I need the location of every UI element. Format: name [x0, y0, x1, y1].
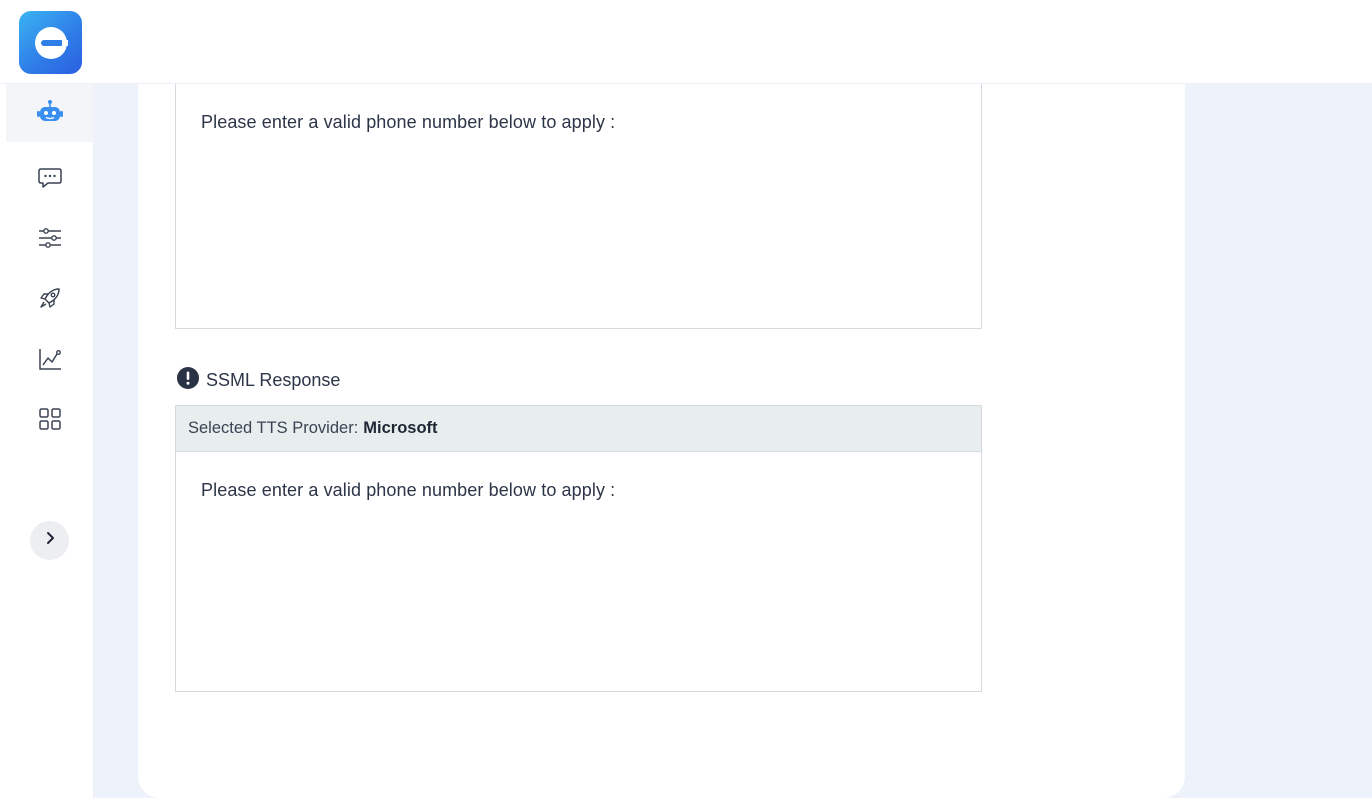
- sidebar-item-analytics[interactable]: [6, 330, 93, 388]
- sidebar-expand-button[interactable]: [30, 521, 69, 560]
- sliders-icon: [37, 225, 63, 251]
- robot-icon: [35, 98, 65, 128]
- tts-provider-header: Selected TTS Provider: Microsoft: [176, 406, 981, 452]
- sidebar-item-chat[interactable]: [6, 148, 93, 206]
- response-preview-box: Please enter a valid phone number below …: [175, 84, 982, 329]
- ssml-response-box: Selected TTS Provider: Microsoft Please …: [175, 405, 982, 692]
- sidebar-item-settings[interactable]: [6, 209, 93, 267]
- rocket-icon: [37, 285, 63, 311]
- chat-icon: [37, 164, 63, 190]
- ssml-response-label: SSML Response: [177, 366, 341, 394]
- analytics-icon: [37, 346, 63, 372]
- chevron-right-icon: [43, 531, 57, 550]
- ssml-response-text: Please enter a valid phone number below …: [201, 480, 616, 500]
- sidebar: [0, 84, 94, 798]
- sidebar-item-bot[interactable]: [6, 84, 93, 142]
- ssml-response-title: SSML Response: [206, 369, 341, 390]
- tts-provider-value: Microsoft: [363, 419, 438, 437]
- sidebar-item-apps[interactable]: [6, 390, 93, 448]
- top-bar: [0, 0, 1372, 84]
- tts-provider-label: Selected TTS Provider:: [188, 419, 359, 437]
- sidebar-item-deploy[interactable]: [6, 269, 93, 327]
- alert-circle-icon[interactable]: [177, 366, 199, 394]
- grid-icon: [37, 406, 63, 432]
- app-logo-icon[interactable]: [19, 11, 82, 74]
- response-preview-text: Please enter a valid phone number below …: [201, 112, 616, 132]
